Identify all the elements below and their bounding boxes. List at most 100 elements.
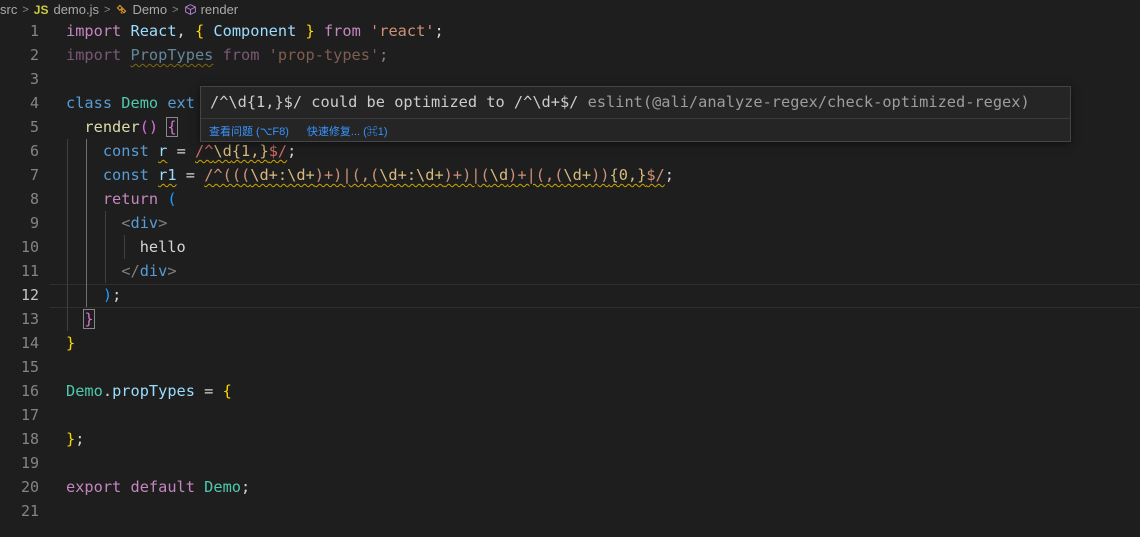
token: \d — [213, 142, 232, 160]
line-number: 7 — [29, 166, 39, 184]
token: { — [194, 22, 205, 40]
token: ; — [434, 22, 444, 40]
line-number: 19 — [20, 454, 39, 472]
breadcrumb-separator: > — [104, 3, 111, 16]
token: React — [130, 22, 177, 40]
token: from — [222, 46, 260, 64]
breadcrumb-separator: > — [172, 3, 179, 16]
token: \d+:\d+ — [379, 166, 444, 184]
hover-actions-bar: 查看问题 (⌥F8) 快速修复... (⌘1) — [201, 118, 1070, 143]
token: render — [84, 118, 140, 136]
token: ; — [664, 166, 674, 184]
token: r — [158, 142, 168, 160]
token: class — [66, 94, 113, 112]
token: import — [66, 46, 122, 64]
hover-source: eslint(@ali/analyze-regex/check-optimize… — [587, 93, 1030, 111]
token: const — [102, 142, 149, 160]
code-line: return ( — [66, 187, 177, 211]
code-line: }; — [66, 427, 84, 451]
token: = — [176, 142, 186, 160]
token: ; — [75, 430, 85, 448]
token: export — [66, 478, 122, 496]
token: ; — [287, 142, 297, 160]
token: = — [185, 166, 195, 184]
breadcrumb-folder[interactable]: src — [0, 2, 17, 17]
line-number: 14 — [20, 334, 39, 352]
line-number: 8 — [29, 190, 39, 208]
line-number: 15 — [20, 358, 39, 376]
breadcrumb-method-symbol[interactable]: render — [184, 2, 239, 17]
token: ) — [102, 286, 113, 304]
token: \d+:\d+ — [250, 166, 315, 184]
token: ext — [167, 94, 195, 112]
line-number: 11 — [20, 262, 39, 280]
view-problem-link[interactable]: 查看问题 (⌥F8) — [209, 123, 289, 139]
breadcrumb: src > JS demo.js > Demo > render — [0, 0, 1140, 19]
hover-message: /^\d{1,}$/ could be optimized to /^\d+$/ — [210, 93, 579, 111]
token: default — [130, 478, 195, 496]
token: } — [83, 309, 95, 329]
token: from — [323, 22, 361, 40]
token: . — [102, 382, 113, 400]
token: )) — [591, 166, 610, 184]
line-number: 1 — [29, 22, 39, 40]
token: r1 — [158, 166, 177, 184]
token: Component — [213, 22, 297, 40]
token: )+|(,( — [508, 166, 564, 184]
token: {0,} — [609, 166, 647, 184]
code-line: } — [66, 331, 75, 355]
token: {1,} — [231, 142, 269, 160]
code-line: render() { — [66, 115, 178, 139]
token: } — [66, 430, 76, 448]
code-line: hello — [66, 235, 186, 259]
token: div — [130, 214, 159, 232]
class-symbol-icon — [115, 3, 128, 16]
hover-message-line: /^\d{1,}$/ could be optimized to /^\d+$/… — [210, 91, 1030, 113]
breadcrumb-folder-label: src — [0, 2, 18, 17]
code-line: Demo.propTypes = { — [66, 379, 232, 403]
line-number: 5 — [29, 118, 39, 136]
line-number: 10 — [20, 238, 39, 256]
code-line: import PropTypes from 'prop-types'; — [66, 43, 388, 67]
token: ; — [241, 478, 251, 496]
token: \d+ — [563, 166, 592, 184]
line-number: 18 — [20, 430, 39, 448]
token: Demo — [121, 94, 159, 112]
breadcrumb-file[interactable]: JS demo.js — [34, 2, 99, 17]
token: Demo — [204, 478, 242, 496]
code-line: </div> — [66, 259, 177, 283]
token: > — [158, 214, 168, 232]
line-number: 2 — [29, 46, 39, 64]
token: import — [66, 22, 122, 40]
current-line-highlight — [50, 284, 1140, 308]
token: , — [176, 22, 186, 40]
token: ( — [167, 190, 177, 208]
breadcrumb-file-label: demo.js — [53, 2, 99, 17]
line-number: 9 — [29, 214, 39, 232]
token: /^ — [195, 142, 214, 160]
token: 'react' — [370, 22, 435, 40]
token: hello — [139, 238, 186, 256]
code-line: class Demo ext — [66, 91, 195, 115]
breadcrumb-class-symbol[interactable]: Demo — [115, 2, 167, 17]
token: \d — [489, 166, 509, 184]
method-symbol-icon — [184, 3, 197, 16]
token: () — [139, 118, 159, 136]
token: = — [204, 382, 214, 400]
token: return — [102, 190, 159, 208]
token: </ — [121, 262, 140, 280]
code-line: <div> — [66, 211, 167, 235]
token: div — [139, 262, 168, 280]
line-number: 13 — [20, 310, 39, 328]
token: PropTypes — [130, 46, 214, 64]
token: Demo — [66, 382, 103, 400]
quick-fix-link[interactable]: 快速修复... (⌘1) — [307, 123, 388, 139]
line-number-active: 12 — [20, 286, 39, 304]
breadcrumb-method-label: render — [200, 2, 239, 17]
line-number: 17 — [20, 406, 39, 424]
code-line: } — [66, 307, 95, 331]
token: $/ — [646, 166, 665, 184]
token: > — [167, 262, 177, 280]
code-line: const r1 = /^(((\d+:\d+)+)|(,(\d+:\d+)+)… — [66, 163, 674, 187]
token: ; — [379, 46, 389, 64]
